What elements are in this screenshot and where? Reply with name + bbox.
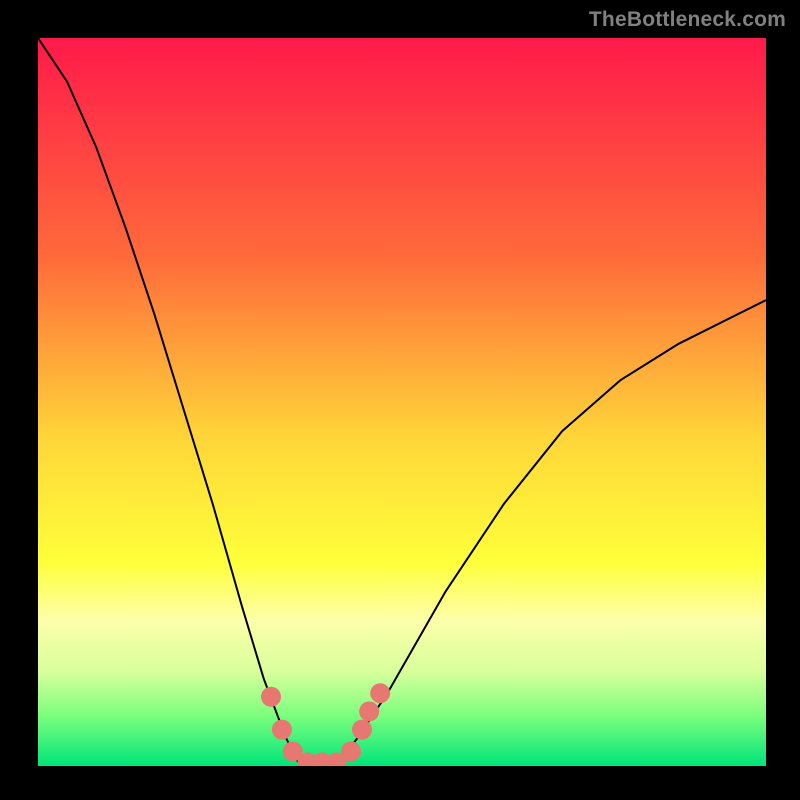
curve-marker [359,701,379,721]
plot-area [38,38,766,766]
curve-marker [341,741,361,761]
curve-marker [370,683,390,703]
bottleneck-chart [38,38,766,766]
curve-marker [261,687,281,707]
curve-marker [272,720,292,740]
watermark-text: TheBottleneck.com [589,8,786,32]
chart-frame: TheBottleneck.com [0,0,800,800]
chart-background [38,38,766,766]
curve-marker [352,720,372,740]
